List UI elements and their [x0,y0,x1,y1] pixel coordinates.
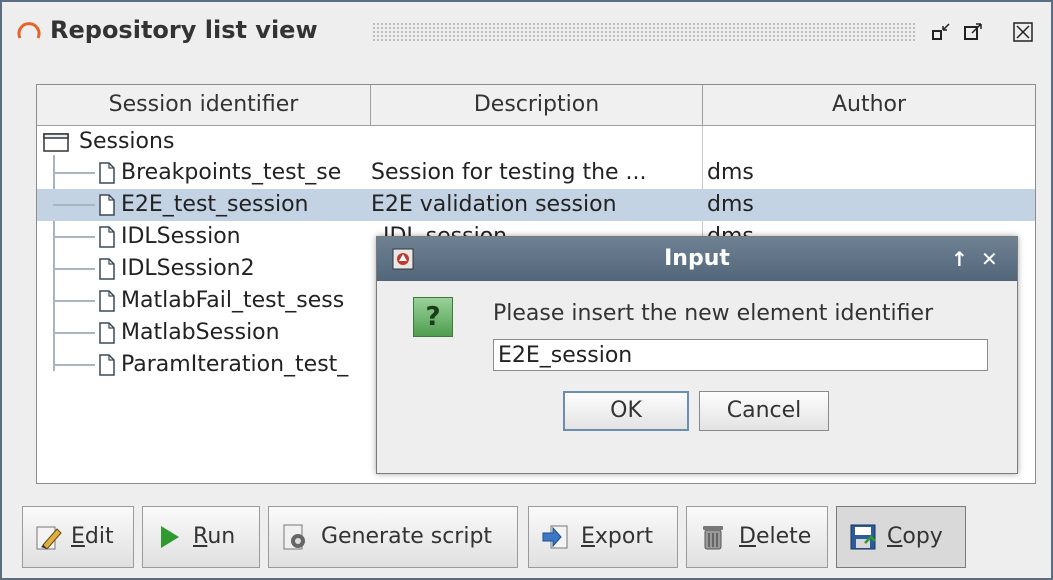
delete-mnemonic: D [739,524,756,549]
minimize-icon[interactable] [930,21,952,43]
tree-root-row[interactable]: Sessions [37,126,1035,158]
dialog-title: Input [664,246,730,271]
question-icon: ? [413,297,453,337]
repository-list-view-window: Repository list view Session identifier … [0,0,1053,580]
export-arrow-icon [542,525,568,549]
copy-label: opy [902,524,943,549]
run-label: un [207,524,236,549]
action-toolbar: Edit Run Generate script Export Delete C… [2,500,1051,576]
titlebar-grip-pattern [372,22,917,42]
window-title: Repository list view [50,16,318,44]
description-cell: E2E validation session [371,192,617,217]
tree-branch-line [53,364,95,366]
author-cell: dms [707,160,754,185]
document-icon [99,194,115,216]
play-icon [161,526,179,548]
document-icon [99,354,115,376]
tree-branch-line [53,268,95,270]
script-gear-icon [283,524,305,550]
generate-script-button[interactable]: Generate script [268,506,518,568]
edit-mnemonic: E [71,524,85,549]
run-button[interactable]: Run [142,506,260,568]
edit-button[interactable]: Edit [22,506,134,568]
export-mnemonic: E [581,524,595,549]
delete-button[interactable]: Delete [686,506,828,568]
trash-can-icon [703,526,723,550]
generate-script-label: Generate script [321,524,493,549]
session-identifier-cell: IDLSession2 [121,256,255,281]
tree-root-label: Sessions [79,129,175,154]
close-icon[interactable] [1012,21,1034,43]
folder-open-icon [43,133,69,152]
document-icon [99,258,115,280]
column-header-description[interactable]: Description [371,85,703,125]
session-identifier-cell: Breakpoints_test_se [121,160,342,185]
tree-branch-line [53,300,95,302]
tree-branch-line [53,332,95,334]
ok-button[interactable]: OK [563,391,689,431]
session-identifier-cell: MatlabSession [121,320,280,345]
maximize-icon[interactable] [962,21,984,43]
description-cell: Session for testing the ... [371,160,647,185]
dialog-message: Please insert the new element identifier [493,301,934,326]
document-icon [99,290,115,312]
session-identifier-cell: IDLSession [121,224,241,249]
delete-label: elete [755,524,812,549]
session-identifier-cell: MatlabFail_test_sess [121,288,345,313]
export-label: xport [594,524,654,549]
table-row[interactable]: Breakpoints_test_se Session for testing … [37,157,1035,189]
document-icon [99,226,115,248]
cancel-button[interactable]: Cancel [699,391,829,431]
table-row-selected[interactable]: E2E_test_session E2E validation session … [37,189,1035,221]
session-identifier-cell: ParamIteration_test_ [121,352,349,377]
column-header-author[interactable]: Author [703,85,1035,125]
document-icon [99,162,115,184]
session-identifier-cell: E2E_test_session [121,192,309,217]
tree-branch-line [53,172,95,174]
element-identifier-input[interactable] [493,339,988,371]
author-cell: dms [707,192,754,217]
edit-label: dit [84,524,114,549]
pencil-icon [36,526,62,550]
spinner-icon [17,22,41,39]
copy-mnemonic: C [887,524,903,549]
pin-arrow-icon[interactable]: ↑ [951,247,968,271]
column-header-session-identifier[interactable]: Session identifier [37,85,371,125]
export-button[interactable]: Export [528,506,678,568]
dialog-titlebar[interactable]: Input ↑ ✕ [377,237,1017,281]
table-header: Session identifier Description Author [37,85,1035,126]
input-dialog: Input ↑ ✕ ? Please insert the new elemen… [376,236,1018,474]
tree-branch-line [53,204,95,206]
dialog-close-icon[interactable]: ✕ [981,247,998,271]
document-icon [99,322,115,344]
tree-branch-line [53,236,95,238]
floppy-disk-icon [850,524,876,550]
window-titlebar[interactable]: Repository list view [2,8,1051,52]
copy-button[interactable]: Copy [836,506,966,568]
run-mnemonic: R [193,524,208,549]
